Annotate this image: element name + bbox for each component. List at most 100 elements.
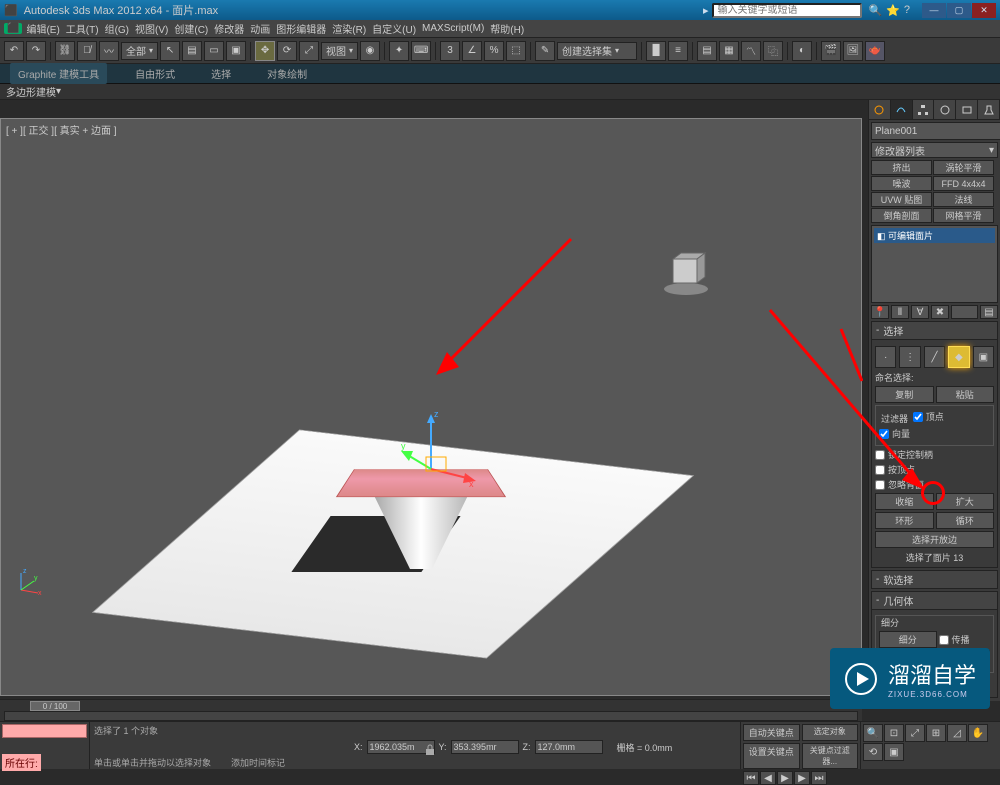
use-pivot-icon[interactable]: ◉ [360, 41, 380, 61]
grow-button[interactable]: 扩大 [936, 493, 995, 510]
link-icon[interactable]: ⛓ [55, 41, 75, 61]
select-rotate-icon[interactable]: ⟳ [277, 41, 297, 61]
viewcube[interactable] [661, 249, 711, 299]
unlink-icon[interactable]: ⛓̸ [77, 41, 97, 61]
render-setup-icon[interactable]: 🎬 [821, 41, 841, 61]
select-scale-icon[interactable]: ⤢ [299, 41, 319, 61]
object-name-input[interactable] [871, 122, 1000, 140]
subobj-edge-icon[interactable]: ╱ [924, 346, 945, 368]
keyfilter-button[interactable]: 关键点过滤器... [802, 743, 859, 769]
search-input[interactable] [712, 3, 862, 18]
bind-spacewarp-icon[interactable]: 〰 [99, 41, 119, 61]
select-object-icon[interactable]: ↖ [160, 41, 180, 61]
lock-handles-check[interactable]: 锁定控制柄 [875, 448, 994, 461]
next-frame-icon[interactable]: ▶ [794, 771, 810, 785]
configure-sets-icon[interactable]: ▤ [980, 305, 998, 319]
tab-create-icon[interactable] [869, 100, 891, 119]
btn-turbosmooth[interactable]: 涡轮平滑 [933, 160, 994, 175]
zoom-icon[interactable]: 🔍 [863, 724, 883, 742]
timeline[interactable]: 0 / 100 [0, 699, 862, 721]
orbit-icon[interactable]: ⟲ [863, 743, 883, 761]
pin-stack-icon[interactable]: 📍 [871, 305, 889, 319]
infocenter-icon[interactable]: 🔍 [868, 4, 882, 17]
btn-extrude[interactable]: 挤出 [871, 160, 932, 175]
ignore-backfacing-check[interactable]: 忽略背面 [875, 478, 994, 491]
filter-vertex-check[interactable]: 顶点 [913, 410, 966, 423]
menu-animation[interactable]: 动画 [248, 21, 272, 36]
help-icon[interactable]: ? [904, 4, 910, 17]
angle-snap-icon[interactable]: ∠ [462, 41, 482, 61]
play-icon[interactable]: ▶ [777, 771, 793, 785]
menu-maxscript[interactable]: MAXScript(M) [420, 23, 486, 34]
fov-icon[interactable]: ◿ [947, 724, 967, 742]
shrink-button[interactable]: 收缩 [875, 493, 934, 510]
btn-uvwmap[interactable]: UVW 贴图 [871, 192, 932, 207]
keyboard-shortcut-icon[interactable]: ⌨ [411, 41, 431, 61]
stack-item-editable-patch[interactable]: ◧ 可编辑面片 [874, 228, 995, 243]
pan-icon[interactable]: ✋ [968, 724, 988, 742]
menu-rendering[interactable]: 渲染(R) [330, 21, 368, 36]
subobj-vertex-icon[interactable]: · [875, 346, 896, 368]
rendered-frame-icon[interactable]: 🖼 [843, 41, 863, 61]
maximize-button[interactable]: ▢ [947, 3, 971, 18]
select-move-icon[interactable]: ✥ [255, 41, 275, 61]
zoom-extents-icon[interactable]: ⤢ [905, 724, 925, 742]
viewport-label[interactable]: [ + ][ 正交 ][ 真实 + 边面 ] [6, 122, 117, 137]
spinner-snap-icon[interactable]: ⬚ [506, 41, 526, 61]
tab-paint[interactable]: 对象绘制 [259, 63, 315, 84]
paste-button[interactable]: 粘贴 [936, 386, 995, 403]
render-production-icon[interactable]: 🫖 [865, 41, 885, 61]
btn-ffd[interactable]: FFD 4x4x4 [933, 176, 994, 191]
subobj-element-icon[interactable]: ▣ [973, 346, 994, 368]
tab-display-icon[interactable] [956, 100, 978, 119]
favorites-icon[interactable]: ⭐ [886, 4, 900, 17]
align-icon[interactable]: ≡ [668, 41, 688, 61]
menu-grapheditors[interactable]: 图形编辑器 [274, 21, 328, 36]
menu-customize[interactable]: 自定义(U) [370, 21, 418, 36]
selection-filter-dropdown[interactable]: 全部 [121, 42, 158, 60]
subdivide-button[interactable]: 细分 [879, 631, 937, 648]
percent-snap-icon[interactable]: % [484, 41, 504, 61]
named-selset-dropdown[interactable]: 创建选择集 [557, 42, 637, 60]
ring-button[interactable]: 环形 [875, 512, 934, 529]
btn-bevelprofile[interactable]: 倒角剖面 [871, 208, 932, 223]
subobj-handle-icon[interactable]: ⋮ [899, 346, 920, 368]
lock-icon[interactable] [424, 744, 436, 756]
filter-vector-check[interactable]: 向量 [879, 427, 932, 440]
max-viewport-icon[interactable]: ▣ [884, 743, 904, 761]
modifier-stack[interactable]: ◧ 可编辑面片 [871, 225, 998, 303]
redo-icon[interactable]: ↷ [26, 41, 46, 61]
modifier-list-dropdown[interactable]: 修改器列表▾ [871, 142, 998, 158]
coord-y-input[interactable] [451, 740, 519, 754]
menu-group[interactable]: 组(G) [103, 21, 131, 36]
menu-view[interactable]: 视图(V) [133, 21, 170, 36]
coord-z-input[interactable] [535, 740, 603, 754]
tab-hierarchy-icon[interactable] [913, 100, 935, 119]
bowl-object[interactable] [351, 439, 491, 569]
info-center-help-icon[interactable]: ▸ [703, 4, 709, 17]
propagate-check[interactable]: 传播 [939, 633, 991, 646]
menu-help[interactable]: 帮助(H) [488, 21, 526, 36]
close-button[interactable]: ✕ [972, 3, 996, 18]
time-ruler[interactable] [4, 711, 858, 721]
subobj-patch-icon[interactable]: ◆ [948, 346, 969, 368]
menu-tools[interactable]: 工具(T) [64, 21, 101, 36]
schematic-view-icon[interactable]: ⿻ [763, 41, 783, 61]
select-by-name-icon[interactable]: ▤ [182, 41, 202, 61]
menu-modifiers[interactable]: 修改器 [212, 21, 246, 36]
time-slider[interactable]: 0 / 100 [30, 701, 80, 711]
app-menu-icon[interactable]: ⬛ [4, 23, 22, 34]
copy-button[interactable]: 复制 [875, 386, 934, 403]
curve-editor-icon[interactable]: 〽 [741, 41, 761, 61]
goto-start-icon[interactable]: ⏮ [743, 771, 759, 785]
zoom-all-icon[interactable]: ⊡ [884, 724, 904, 742]
tab-graphite[interactable]: Graphite 建模工具 [10, 63, 107, 84]
layer-manager-icon[interactable]: ▤ [697, 41, 717, 61]
loop-button[interactable]: 循环 [936, 512, 995, 529]
goto-end-icon[interactable]: ⏭ [811, 771, 827, 785]
setkey-button[interactable]: 设置关键点 [743, 743, 800, 769]
select-region-rect-icon[interactable]: ▭ [204, 41, 224, 61]
window-crossing-icon[interactable]: ▣ [226, 41, 246, 61]
viewport[interactable]: z y x z x y [0, 118, 862, 696]
make-unique-icon[interactable]: ∀ [911, 305, 929, 319]
